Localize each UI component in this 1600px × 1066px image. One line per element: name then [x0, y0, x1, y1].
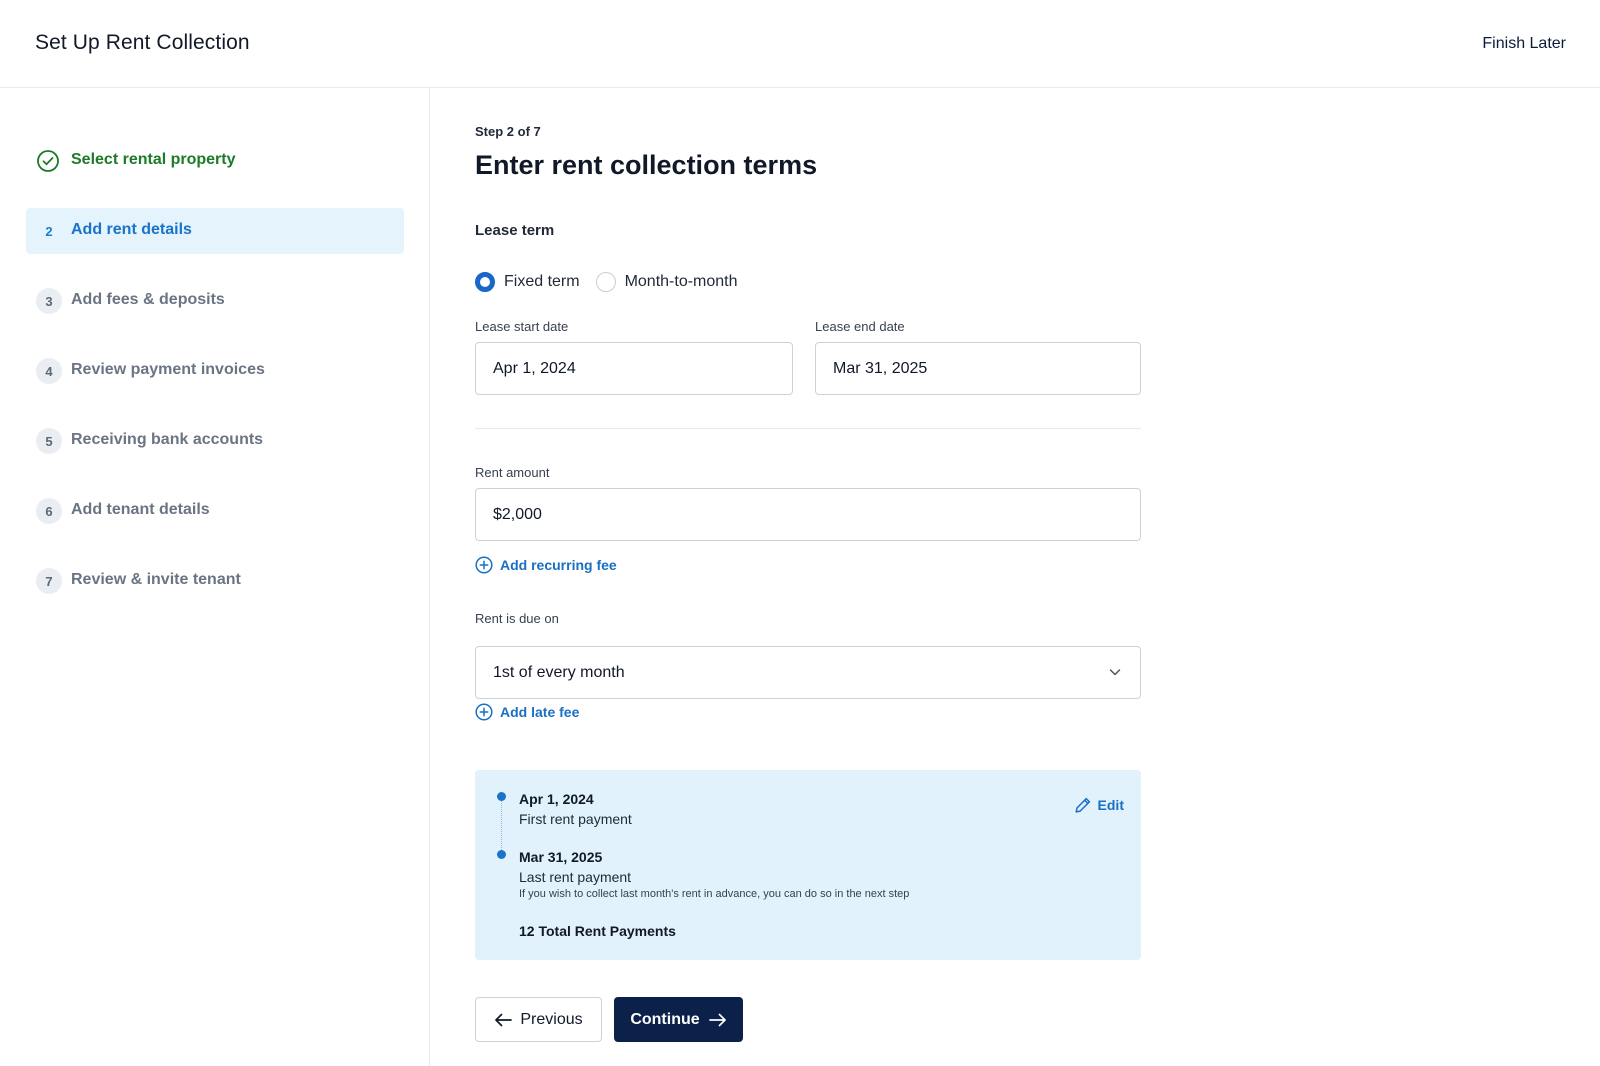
lease-start-label: Lease start date	[475, 319, 569, 334]
app-title: Set Up Rent Collection	[35, 31, 250, 54]
step-number-badge: 4	[36, 358, 62, 384]
rent-amount-label: Rent amount	[475, 465, 550, 480]
step-add-tenant-details[interactable]: 6 Add tenant details	[26, 488, 404, 534]
step-number-badge: 5	[36, 428, 62, 454]
total-payments: 12 Total Rent Payments	[519, 923, 676, 939]
due-on-select[interactable]: 1st of every month	[475, 646, 1141, 699]
first-payment-date: Apr 1, 2024	[519, 791, 594, 807]
finish-later-button[interactable]: Finish Later	[1482, 35, 1566, 53]
add-late-fee-link[interactable]: Add late fee	[475, 703, 579, 721]
timeline-connector	[501, 800, 502, 856]
step-number-badge: 7	[36, 568, 62, 594]
step-number-badge: 6	[36, 498, 62, 524]
section-divider	[475, 428, 1141, 429]
timeline-dot	[497, 850, 506, 859]
step-number-badge: 2	[45, 223, 53, 239]
radio-selected-indicator	[475, 272, 495, 292]
step-number-badge: 3	[36, 288, 62, 314]
continue-label: Continue	[630, 1010, 700, 1028]
add-late-fee-label: Add late fee	[500, 704, 580, 720]
due-on-value: 1st of every month	[493, 663, 625, 681]
previous-button[interactable]: Previous	[475, 997, 602, 1042]
lease-end-label: Lease end date	[815, 319, 905, 334]
timeline-dot	[497, 792, 506, 801]
arrow-left-icon	[495, 1013, 513, 1026]
top-bar: Set Up Rent Collection Finish Later	[0, 0, 1600, 88]
step-label: Add fees & deposits	[71, 291, 225, 308]
chevron-down-icon	[1109, 669, 1121, 676]
step-review-invite-tenant[interactable]: 7 Review & invite tenant	[26, 558, 404, 604]
first-payment-desc: First rent payment	[519, 811, 632, 827]
step-counter: Step 2 of 7	[475, 124, 541, 139]
previous-label: Previous	[520, 1010, 583, 1028]
step-receiving-bank-accounts[interactable]: 5 Receiving bank accounts	[26, 418, 404, 464]
add-recurring-fee-link[interactable]: Add recurring fee	[475, 556, 617, 574]
step-add-fees-deposits[interactable]: 3 Add fees & deposits	[26, 278, 404, 324]
due-on-label: Rent is due on	[475, 611, 559, 626]
last-month-rent-note: If you wish to collect last month's rent…	[519, 888, 910, 900]
edit-label: Edit	[1097, 797, 1124, 813]
plus-circle-icon	[475, 703, 493, 721]
plus-circle-icon	[475, 556, 493, 574]
pencil-icon	[1074, 797, 1090, 813]
step-review-payment-invoices[interactable]: 4 Review payment invoices	[26, 348, 404, 394]
step-label: Add tenant details	[71, 501, 210, 518]
radio-fixed-term[interactable]: Fixed term	[475, 272, 580, 292]
main-form: Step 2 of 7 Enter rent collection terms …	[475, 88, 1175, 1066]
radio-unselected-indicator	[595, 272, 616, 292]
step-label: Receiving bank accounts	[71, 431, 264, 448]
rent-amount-input[interactable]: $2,000	[475, 488, 1141, 541]
radio-month-to-month[interactable]: Month-to-month	[595, 272, 738, 292]
lease-term-radio-group: Fixed term Month-to-month	[475, 272, 754, 292]
step-label: Review payment invoices	[71, 361, 265, 378]
step-label: Review & invite tenant	[71, 571, 241, 588]
payment-schedule-summary: Apr 1, 2024 First rent payment Mar 31, 2…	[475, 770, 1141, 960]
check-circle-icon	[37, 150, 59, 172]
add-recurring-fee-label: Add recurring fee	[500, 557, 617, 573]
step-label: Add rent details	[71, 221, 192, 238]
step-add-rent-details[interactable]: 2 Add rent details	[26, 208, 404, 254]
last-payment-date: Mar 31, 2025	[519, 849, 603, 865]
lease-term-label: Lease term	[475, 222, 555, 239]
lease-end-date-input[interactable]: Mar 31, 2025	[815, 342, 1141, 395]
radio-label: Month-to-month	[624, 273, 738, 290]
step-select-rental-property[interactable]: Select rental property	[26, 138, 404, 184]
last-payment-desc: Last rent payment	[519, 869, 632, 885]
lease-start-date-input[interactable]: Apr 1, 2024	[475, 342, 793, 395]
radio-label: Fixed term	[504, 273, 580, 290]
continue-button[interactable]: Continue	[614, 997, 743, 1042]
edit-schedule-button[interactable]: Edit	[1074, 796, 1124, 814]
stepper-sidebar: Select rental property 2 Add rent detail…	[0, 88, 430, 1066]
step-label: Select rental property	[71, 151, 236, 168]
page-title: Enter rent collection terms	[475, 150, 818, 180]
arrow-right-icon	[708, 1013, 726, 1026]
